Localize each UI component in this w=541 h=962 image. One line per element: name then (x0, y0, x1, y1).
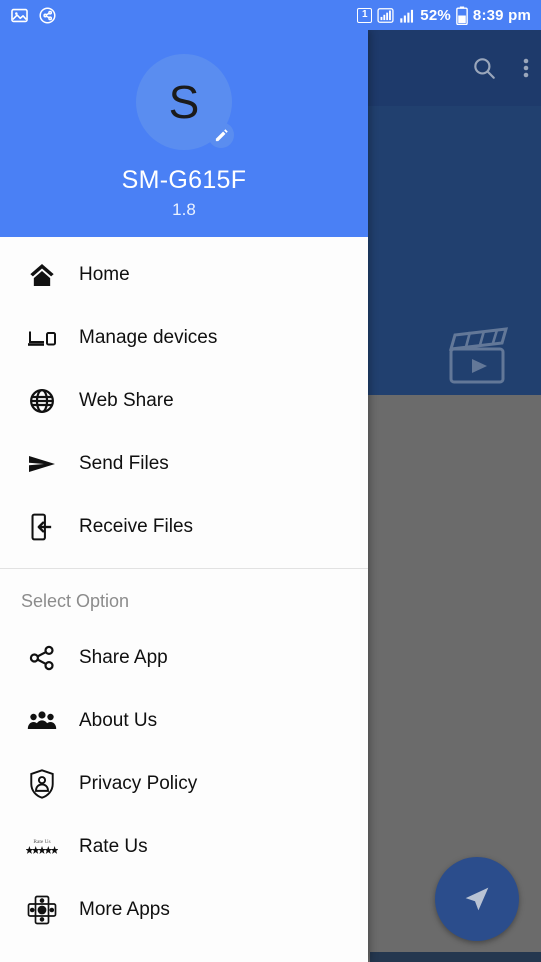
shield-user-icon (21, 768, 63, 799)
menu-item-web-share[interactable]: Web Share (0, 369, 368, 432)
send-icon (460, 882, 494, 916)
devices-icon (21, 324, 63, 352)
clock-label: 8:39 pm (472, 6, 531, 24)
menu-item-label: Rate Us (79, 835, 148, 857)
svg-text:Rate Us: Rate Us (33, 839, 50, 845)
menu-item-send-files[interactable]: Send Files (0, 432, 368, 495)
people-icon (21, 709, 63, 733)
navigation-drawer: S SM-G615F 1.8 Home Manage devices Web S… (0, 30, 368, 962)
menu-item-label: Home (79, 263, 130, 285)
menu-item-label: Receive Files (79, 515, 194, 537)
menu-item-more-apps[interactable]: More Apps (0, 878, 368, 941)
battery-icon (456, 6, 468, 25)
menu-section-title: Select Option (21, 591, 130, 611)
device-name-label: SM-G615F (121, 166, 247, 194)
menu-item-label: Send Files (79, 452, 169, 474)
image-icon (10, 6, 29, 25)
notification-count-badge: 1 (357, 7, 373, 23)
drawer-header: S SM-G615F 1.8 (0, 30, 368, 237)
app-screen: 1 52% 8:39 pm S SM-G615F 1.8 Home Manage… (0, 0, 541, 962)
menu-item-share-app[interactable]: Share App (0, 626, 368, 689)
overflow-menu-icon[interactable] (523, 56, 529, 80)
status-bar-right-icons: 1 52% 8:39 pm (357, 6, 531, 25)
menu-item-manage-devices[interactable]: Manage devices (0, 306, 368, 369)
background-appbar-actions (471, 30, 529, 106)
menu-item-label: Web Share (79, 389, 174, 411)
receive-icon (21, 513, 63, 541)
avatar-container[interactable]: S (136, 54, 234, 150)
menu-item-receive-files[interactable]: Receive Files (0, 495, 368, 558)
menu-item-label: Privacy Policy (79, 772, 198, 794)
apps-grid-icon (21, 895, 63, 925)
status-bar-left-icons (10, 6, 57, 25)
menu-item-label: Manage devices (79, 326, 218, 348)
status-bar: 1 52% 8:39 pm (0, 0, 541, 30)
signal-bars-icon (399, 7, 415, 24)
menu-item-privacy-policy[interactable]: Privacy Policy (0, 752, 368, 815)
search-icon[interactable] (471, 55, 497, 81)
share-circle-icon (38, 6, 57, 25)
signal-boxed-icon (377, 7, 394, 24)
clapperboard-icon (446, 327, 512, 387)
menu-item-rate-us[interactable]: Rate Us Rate Us (0, 815, 368, 878)
menu-item-home[interactable]: Home (0, 243, 368, 306)
drawer-menu: Home Manage devices Web Share Send Files… (0, 237, 368, 962)
globe-icon (21, 387, 63, 415)
menu-item-label: Share App (79, 646, 168, 668)
app-version-label: 1.8 (172, 200, 196, 219)
stars-icon: Rate Us (21, 835, 63, 859)
avatar-edit-button[interactable] (208, 122, 234, 148)
battery-percent-label: 52% (420, 6, 451, 24)
menu-item-about-us[interactable]: About Us (0, 689, 368, 752)
send-icon (21, 451, 63, 477)
pencil-icon (214, 128, 229, 143)
home-icon (21, 261, 63, 289)
send-fab-button[interactable] (435, 857, 519, 941)
menu-item-label: About Us (79, 709, 158, 731)
menu-item-label: More Apps (79, 898, 170, 920)
bottom-navigation-strip (370, 952, 541, 962)
share-nodes-icon (21, 644, 63, 672)
